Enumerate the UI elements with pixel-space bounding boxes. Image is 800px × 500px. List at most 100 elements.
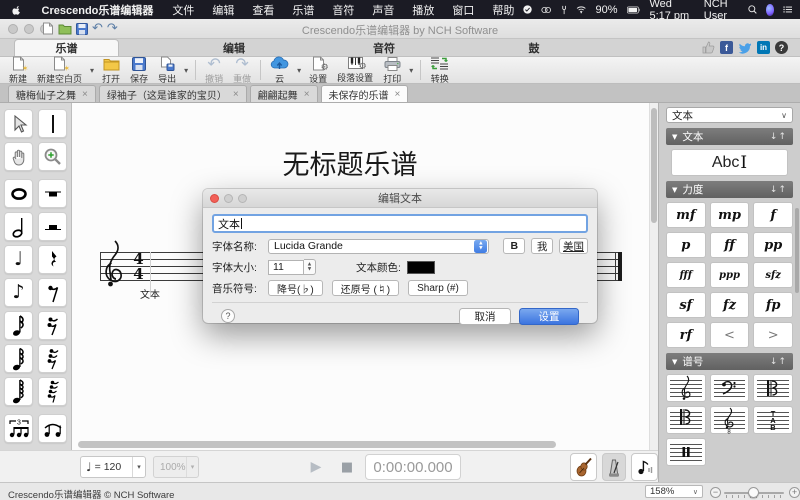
tool-thirtysecond-rest[interactable] — [38, 344, 67, 373]
natural-button[interactable]: 还原号 (♮) — [332, 280, 399, 296]
vertical-scrollbar-track[interactable] — [649, 103, 658, 450]
tool-quarter-note[interactable]: ♩ — [4, 245, 33, 274]
open-button[interactable]: 打开 — [97, 57, 125, 83]
menu-file[interactable]: 文件 — [163, 2, 203, 18]
close-icon[interactable]: × — [395, 89, 401, 100]
font-size-input[interactable]: 11 — [268, 260, 304, 275]
score-title[interactable]: 无标题乐谱 — [72, 143, 628, 182]
underline-button[interactable]: 美国 — [559, 238, 588, 254]
save-button[interactable]: 保存 — [125, 57, 153, 83]
doc-tab-4-active[interactable]: 未保存的乐谱× — [321, 85, 409, 102]
score-text-element[interactable]: 文本 — [140, 286, 160, 301]
menu-help[interactable]: 帮助 — [483, 2, 523, 18]
tab-drums[interactable]: 鼓 — [459, 39, 609, 56]
tool-sixteenth-note[interactable] — [4, 311, 33, 340]
tab-edit[interactable]: 编辑 — [159, 39, 309, 56]
play-button[interactable]: ▶ — [305, 457, 327, 477]
tool-barline[interactable] — [38, 109, 67, 138]
tab-notes[interactable]: 音符 — [309, 39, 459, 56]
menu-edit[interactable]: 编辑 — [203, 2, 243, 18]
tool-select-cursor[interactable] — [4, 109, 33, 138]
dialog-title-bar[interactable]: 编辑文本 — [203, 189, 597, 208]
zoom-level-select[interactable]: 158% ∨ — [645, 485, 703, 498]
new-blank-page-button[interactable]: ✶ 新建空白页 — [32, 57, 87, 83]
text-color-swatch[interactable] — [407, 261, 435, 274]
horizontal-scrollbar[interactable] — [78, 441, 556, 448]
dynamic-f[interactable]: f — [753, 202, 793, 228]
tool-hand-pan[interactable] — [4, 142, 33, 171]
dynamic-fz[interactable]: fz — [710, 292, 750, 318]
tool-quarter-rest[interactable] — [38, 245, 67, 274]
redo-button[interactable]: ↷ 重做 — [228, 57, 256, 83]
tool-eighth-note[interactable]: ♪ — [4, 278, 33, 307]
font-name-select[interactable]: Lucida Grande ▲▼ — [268, 239, 489, 254]
tempo-control[interactable]: ♩ = 120 ▾ — [80, 456, 146, 478]
dynamic-ff[interactable]: ff — [710, 232, 750, 258]
dynamic-mp[interactable]: mp — [710, 202, 750, 228]
dialog-close-button[interactable] — [210, 194, 219, 203]
cloud-button[interactable]: 云 — [265, 57, 294, 83]
cancel-button[interactable]: 取消 — [459, 308, 511, 325]
font-size-stepper[interactable]: ▲▼ — [304, 259, 316, 275]
speed-dropdown-icon[interactable]: ▾ — [186, 457, 198, 477]
menu-sound[interactable]: 声音 — [363, 2, 403, 18]
dynamic-p[interactable]: p — [666, 232, 706, 258]
crescendo-hairpin[interactable]: < — [710, 322, 750, 348]
menu-app-name[interactable]: Crescendo乐谱编辑器 — [32, 2, 164, 18]
alto-clef-button[interactable] — [753, 374, 793, 402]
notification-center-icon[interactable] — [783, 4, 792, 15]
close-icon[interactable]: × — [304, 89, 310, 100]
export-dropdown-icon[interactable]: ▾ — [181, 66, 191, 75]
sidebar-scrollbar[interactable] — [795, 208, 799, 293]
dynamic-fp[interactable]: fp — [753, 292, 793, 318]
sharp-button[interactable]: Sharp (#) — [408, 280, 468, 296]
tool-sixteenth-rest[interactable] — [38, 311, 67, 340]
tool-eighth-rest[interactable] — [38, 278, 67, 307]
tool-triplet[interactable]: 3 — [4, 414, 33, 443]
play-notes-button[interactable] — [631, 453, 658, 481]
decrescendo-hairpin[interactable]: > — [753, 322, 793, 348]
menu-window[interactable]: 窗口 — [443, 2, 483, 18]
new-button[interactable]: ✶ 新建 — [4, 57, 32, 83]
doc-tab-1[interactable]: 糖梅仙子之舞× — [8, 85, 96, 102]
linkedin-icon[interactable]: in — [757, 41, 770, 54]
cloud-dropdown-icon[interactable]: ▾ — [294, 66, 304, 75]
move-section-icons[interactable]: ↓↑ — [770, 185, 787, 195]
print-button[interactable]: 打印 — [378, 57, 406, 83]
apply-button[interactable]: 设置 — [519, 308, 579, 325]
symbol-category-select[interactable]: 文本 ∨ — [666, 107, 793, 123]
menu-notes[interactable]: 音符 — [323, 2, 363, 18]
export-button[interactable]: 导出 — [153, 57, 181, 83]
tool-whole-note[interactable] — [4, 179, 33, 208]
siri-icon[interactable] — [766, 4, 774, 16]
new-blank-dropdown-icon[interactable]: ▾ — [87, 66, 97, 75]
menu-play[interactable]: 播放 — [403, 2, 443, 18]
metronome-button[interactable] — [602, 453, 626, 481]
vertical-scrollbar-thumb[interactable] — [651, 108, 657, 223]
zoom-in-button[interactable]: + — [789, 487, 800, 498]
insert-text-tile[interactable]: Abc I — [671, 149, 788, 176]
tool-thirtysecond-note[interactable] — [4, 344, 33, 373]
tab-score[interactable]: 乐谱 — [14, 39, 119, 56]
twitter-icon[interactable] — [738, 42, 752, 54]
section-header-dynamics[interactable]: ▼ 力度 ↓↑ — [666, 181, 793, 198]
tuning-fork-icon[interactable] — [561, 3, 567, 17]
tool-tie[interactable] — [38, 414, 67, 443]
dynamic-sf[interactable]: sf — [666, 292, 706, 318]
section-header-clefs[interactable]: ▼ 谱号 ↓↑ — [666, 353, 793, 370]
flat-button[interactable]: 降号(♭) — [268, 280, 323, 296]
settings-button[interactable]: ⚙ 设置 — [304, 57, 332, 83]
dynamic-fff[interactable]: fff — [666, 262, 706, 288]
tool-sixtyfourth-rest[interactable] — [38, 377, 67, 406]
tool-half-rest[interactable] — [38, 212, 67, 241]
part-settings-button[interactable]: ⚙ 段落设置 — [332, 57, 378, 83]
treble-clef-button[interactable] — [666, 374, 706, 402]
wifi-icon[interactable] — [576, 4, 586, 15]
section-header-text[interactable]: ▼ 文本 ↓↑ — [666, 128, 793, 145]
treble-clef-8-button[interactable]: 8 — [710, 406, 750, 434]
like-icon[interactable] — [702, 41, 715, 54]
tool-sixtyfourth-note[interactable] — [4, 377, 33, 406]
time-signature[interactable]: 4 4 — [131, 252, 146, 281]
undo-button[interactable]: ↶ 撤销 — [200, 57, 228, 83]
zoom-slider-thumb[interactable] — [748, 487, 759, 498]
